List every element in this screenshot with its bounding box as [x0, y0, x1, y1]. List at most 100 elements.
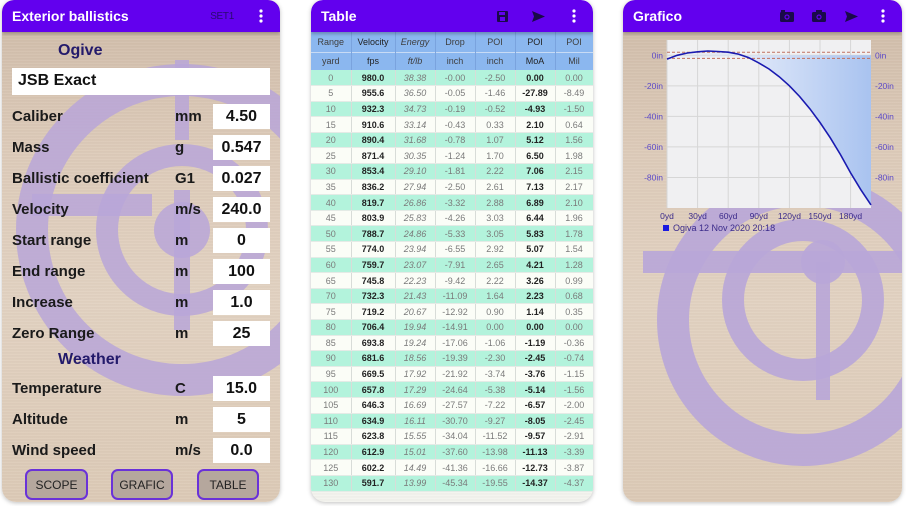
table-row[interactable]: 85 693.8 19.24 -17.06 -1.06 -1.19 -0.36	[311, 335, 593, 352]
ballistics-table[interactable]: Range Velocity Energy Drop POI POI POI yard fps…	[311, 32, 593, 502]
column-unit: ft/lb	[395, 51, 436, 70]
table-row[interactable]: 45 803.9 25.83 -4.26 3.03 6.44 1.96	[311, 210, 593, 227]
table-row[interactable]: 40 819.7 26.86 -3.32 2.88 6.89 2.10	[311, 194, 593, 211]
weather-heading: Weather	[58, 351, 121, 368]
zero-range-input[interactable]: 25	[213, 321, 270, 346]
table-row[interactable]: 15 910.6 33.14 -0.43 0.33 2.10 0.64	[311, 116, 593, 133]
end-range-input[interactable]: 100	[213, 259, 270, 284]
table-button[interactable]: TABLE	[197, 469, 259, 500]
ballistic-coefficient-row: Ballistic coefficient G1 0.027	[12, 166, 270, 192]
table-row[interactable]: 70 732.3 21.43 -11.09 1.64 2.23 0.68	[311, 288, 593, 305]
table-cell: 669.5	[351, 366, 396, 383]
table-row[interactable]: 35 836.2 27.94 -2.50 2.61 7.13 2.17	[311, 179, 593, 196]
table-row[interactable]: 125 602.2 14.49 -41.36 -16.66 -12.73 -3.87	[311, 459, 593, 476]
x-tick-label: 180yd	[839, 211, 862, 221]
table-cell: -0.36	[555, 335, 593, 352]
column-header: Drop	[435, 32, 476, 52]
table-cell: -4.37	[555, 475, 593, 492]
table-row[interactable]: 55 774.0 23.94 -6.55 2.92 5.07 1.54	[311, 241, 593, 258]
table-cell: 819.7	[351, 194, 396, 211]
table-cell: 1.56	[555, 132, 593, 149]
more-vert-icon[interactable]	[872, 5, 894, 27]
table-row[interactable]: 115 623.8 15.55 -34.04 -11.52 -9.57 -2.91	[311, 428, 593, 445]
table-row[interactable]: 25 871.4 30.35 -1.24 1.70 6.50 1.98	[311, 147, 593, 165]
table-row[interactable]: 20 890.4 31.68 -0.78 1.07 5.12 1.56	[311, 132, 593, 149]
table-cell: 21.43	[395, 288, 436, 305]
table-cell: 1.54	[555, 241, 593, 258]
table-cell: 30	[311, 163, 352, 180]
table-row[interactable]: 120 612.9 15.01 -37.60 -13.98 -11.13 -3.39	[311, 444, 593, 461]
mass-input[interactable]: 0.547	[213, 135, 270, 160]
table-row[interactable]: 95 669.5 17.92 -21.92 -3.74 -3.76 -1.15	[311, 366, 593, 383]
table-cell: 646.3	[351, 397, 396, 414]
table-cell: 3.03	[475, 210, 516, 227]
table-row[interactable]: 50 788.7 24.86 -5.33 3.05 5.83 1.78	[311, 225, 593, 243]
start-range-input[interactable]: 0	[213, 228, 270, 253]
save-icon[interactable]	[491, 5, 513, 27]
table-cell: 5.83	[515, 225, 556, 243]
send-icon[interactable]	[527, 5, 549, 27]
set-selector[interactable]: SET1	[210, 11, 234, 22]
column-unit: inch	[475, 51, 516, 70]
table-cell: -5.38	[475, 381, 516, 398]
table-cell: 15	[311, 116, 352, 133]
caliber-input[interactable]: 4.50	[213, 104, 270, 129]
camera-icon[interactable]	[808, 5, 830, 27]
table-row[interactable]: 80 706.4 19.94 -14.91 0.00 0.00 0.00	[311, 319, 593, 336]
x-tick-label: 90yd	[750, 211, 769, 221]
velocity-input[interactable]: 240.0	[213, 197, 270, 222]
field-label: Caliber	[12, 108, 63, 125]
table-cell: 7.13	[515, 179, 556, 196]
table-cell: 1.96	[555, 210, 593, 227]
temperature-input[interactable]: 15.0	[213, 376, 270, 401]
altitude-input[interactable]: 5	[213, 407, 270, 432]
field-label: Wind speed	[12, 442, 97, 459]
table-row[interactable]: 30 853.4 29.10 -1.81 2.22 7.06 2.15	[311, 163, 593, 180]
table-cell: -2.50	[435, 179, 476, 196]
table-row[interactable]: 75 719.2 20.67 -12.92 0.90 1.14 0.35	[311, 303, 593, 320]
table-cell: 16.11	[395, 413, 436, 430]
table-cell: 23.94	[395, 241, 436, 258]
wind-speed-input[interactable]: 0.0	[213, 438, 270, 463]
table-row[interactable]: 60 759.7 23.07 -7.91 2.65 4.21 1.28	[311, 257, 593, 274]
table-cell: -3.74	[475, 366, 516, 383]
ballistic-coefficient-input[interactable]: 0.027	[213, 166, 270, 191]
increase-input[interactable]: 1.0	[213, 290, 270, 315]
column-header: POI	[555, 32, 593, 52]
legend-swatch	[663, 225, 669, 231]
scope-button[interactable]: SCOPE	[25, 469, 88, 500]
projectile-name-input[interactable]: JSB Exact	[12, 68, 270, 95]
table-row[interactable]: 5 955.6 36.50 -0.05 -1.46 -27.89 -8.49	[311, 85, 593, 102]
start-range-row: Start range m 0	[12, 228, 270, 254]
table-cell: 38.38	[395, 70, 436, 87]
table-cell: 0.00	[555, 319, 593, 336]
table-cell: 0.00	[515, 70, 556, 87]
zero-range-row: Zero Range m 25	[12, 321, 270, 347]
table-row[interactable]: 110 634.9 16.11 -30.70 -9.27 -8.05 -2.45	[311, 413, 593, 430]
table-row[interactable]: 10 932.3 34.73 -0.19 -0.52 -4.93 -1.50	[311, 101, 593, 118]
field-unit: mm	[175, 108, 202, 125]
table-cell: 18.56	[395, 350, 436, 367]
table-row[interactable]: 100 657.8 17.29 -24.64 -5.38 -5.14 -1.56	[311, 381, 593, 398]
grafic-button[interactable]: GRAFIC	[111, 469, 173, 500]
table-cell: 16.69	[395, 397, 436, 414]
field-label: Velocity	[12, 201, 69, 218]
table-row[interactable]: 105 646.3 16.69 -27.57 -7.22 -6.57 -2.00	[311, 397, 593, 414]
table-cell: 5	[311, 85, 352, 102]
camera-switch-icon[interactable]	[776, 5, 798, 27]
more-vert-icon[interactable]	[250, 5, 272, 27]
more-vert-icon[interactable]	[563, 5, 585, 27]
table-row[interactable]: 130 591.7 13.99 -45.34 -19.55 -14.37 -4.37	[311, 475, 593, 492]
table-row[interactable]: 0 980.0 38.38 -0.00 -2.50 0.00 0.00	[311, 70, 593, 87]
table-cell: -0.05	[435, 85, 476, 102]
table-cell: -4.93	[515, 101, 556, 118]
table-row[interactable]: 65 745.8 22.23 -9.42 2.22 3.26 0.99	[311, 272, 593, 289]
table-cell: -8.49	[555, 85, 593, 102]
app-title: Exterior ballistics	[12, 8, 129, 24]
table-cell: 13.99	[395, 475, 436, 492]
trajectory-chart[interactable]: 0yd 30yd 60yd 90yd 120yd 150yd 180yd 0in 0in -20i…	[623, 32, 902, 237]
table-cell: 706.4	[351, 319, 396, 336]
table-row[interactable]: 90 681.6 18.56 -19.39 -2.30 -2.45 -0.74	[311, 350, 593, 367]
table-cell: -45.34	[435, 475, 476, 492]
send-icon[interactable]	[840, 5, 862, 27]
